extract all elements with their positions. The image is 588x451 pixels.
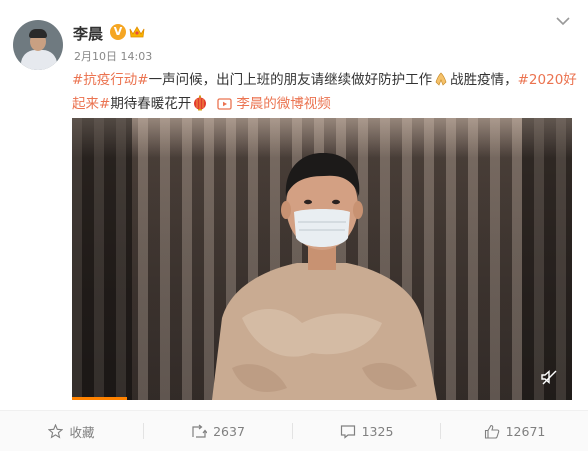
video-link-label: 李晨的微博视频 [236, 96, 331, 112]
video-progress-bar[interactable] [72, 397, 127, 400]
weibo-post: 李晨 V 2月10日 14:03 #抗疫行动#一声问候，出门上班的朋友请继续做好… [0, 0, 588, 451]
hashtag-kangyi[interactable]: #抗疫行动# [72, 72, 149, 88]
author-name[interactable]: 李晨 [73, 23, 103, 44]
mute-icon[interactable] [540, 368, 558, 386]
vip-crown-icon [129, 26, 145, 38]
video-player[interactable] [72, 118, 572, 400]
praying-hands-icon [435, 72, 447, 86]
post-text-part: 战胜疫情， [450, 72, 518, 88]
repost-button[interactable]: 2637 [144, 411, 292, 451]
action-bar: 收藏 2637 1325 12671 [0, 410, 588, 451]
video-frame-person [212, 152, 437, 400]
video-play-icon [217, 98, 232, 110]
like-count: 12671 [505, 423, 546, 439]
repost-icon [192, 424, 208, 438]
verified-v-icon: V [110, 24, 126, 40]
favorite-button[interactable]: 收藏 [0, 411, 143, 451]
post-timestamp[interactable]: 2月10日 14:03 [74, 48, 152, 64]
comment-count: 1325 [361, 423, 394, 439]
thumbs-up-icon [484, 424, 499, 439]
post-text: #抗疫行动#一声问候，出门上班的朋友请继续做好防护工作 战胜疫情，#2020好起来… [72, 68, 577, 116]
like-button[interactable]: 12671 [441, 411, 588, 451]
post-text-part: 一声问候，出门上班的朋友请继续做好防护工作 [148, 72, 433, 88]
comment-icon [340, 424, 355, 439]
repost-count: 2637 [213, 423, 245, 439]
chevron-down-icon[interactable] [556, 16, 570, 26]
video-link[interactable]: 李晨的微博视频 [217, 96, 331, 112]
comment-button[interactable]: 1325 [293, 411, 440, 451]
lantern-icon [194, 95, 207, 111]
star-icon [48, 423, 64, 438]
post-text-part: 期待春暖花开 [110, 96, 192, 112]
avatar[interactable] [13, 20, 63, 70]
favorite-label: 收藏 [69, 424, 95, 440]
